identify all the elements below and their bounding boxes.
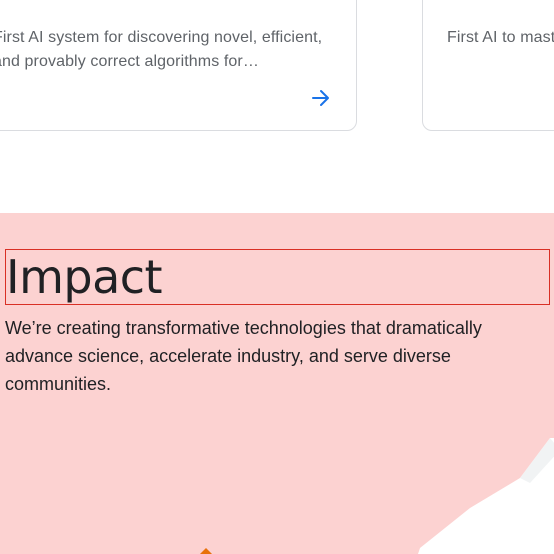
impact-heading-highlight: Impact — [5, 249, 550, 305]
impact-section: Impact We’re creating transformative tec… — [0, 213, 554, 554]
card-alphastar[interactable]: First AI to master the real-time strateg… — [422, 0, 554, 131]
card-description: First AI system for discovering novel, e… — [0, 29, 323, 70]
impact-description: We’re creating transformative technologi… — [5, 318, 482, 394]
card-alphadev[interactable]: First AI system for discovering novel, e… — [0, 0, 357, 131]
arrow-right-icon[interactable] — [309, 86, 333, 110]
impact-heading: Impact — [6, 250, 163, 304]
decorative-orange-shape — [200, 548, 212, 554]
page-viewport: First AI system for discovering novel, e… — [0, 0, 554, 554]
cards-carousel: First AI system for discovering novel, e… — [0, 0, 554, 213]
decorative-illustration — [418, 438, 554, 554]
card-description: First AI to master the real-time strateg… — [447, 29, 554, 46]
